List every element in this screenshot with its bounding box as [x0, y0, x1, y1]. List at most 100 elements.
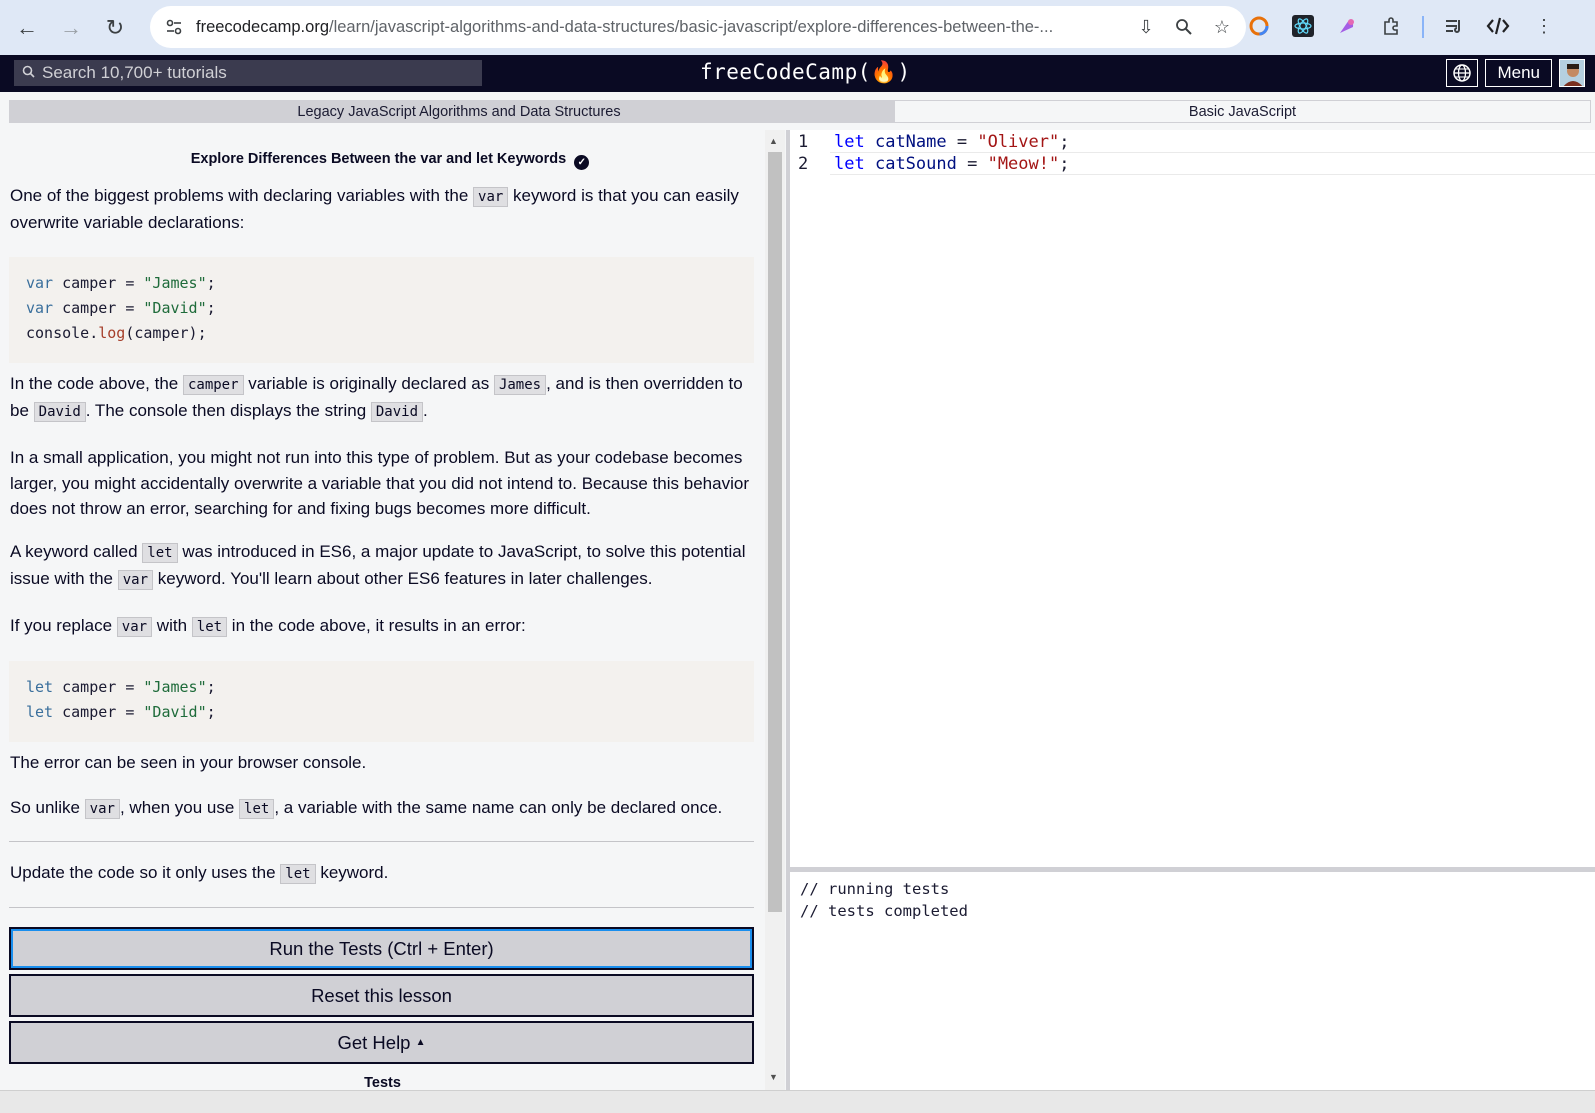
horizontal-scrollbar[interactable] — [0, 1090, 1595, 1113]
browser-toolbar: ← → ↻ freecodecamp.org/learn/javascript-… — [0, 0, 1595, 55]
inline-code: var — [84, 799, 120, 819]
code-operator: = — [956, 154, 988, 174]
instructions-pane: Explore Differences Between the var and … — [0, 130, 770, 1113]
code-keyword: let — [834, 154, 865, 174]
p7-text: , when you use — [119, 798, 240, 817]
code-keyword: let — [834, 132, 865, 152]
line-code[interactable]: let catName = "Oliver"; — [834, 131, 1069, 153]
get-help-button[interactable]: Get Help ▲ — [9, 1021, 754, 1064]
p2-text: . The console then displays the string — [85, 401, 371, 420]
install-app-icon[interactable]: ⇩ — [1130, 11, 1162, 43]
address-bar[interactable]: freecodecamp.org/learn/javascript-algori… — [150, 6, 1246, 48]
editor-line[interactable]: 1 let catName = "Oliver"; — [790, 131, 1595, 153]
browser-menu-icon[interactable]: ⋮ — [1528, 10, 1560, 42]
color-picker-extension-icon[interactable] — [1331, 10, 1363, 42]
instructions: Update the code so it only uses the let … — [10, 860, 760, 887]
code-string: "Meow!" — [987, 154, 1060, 174]
menu-button[interactable]: Menu — [1485, 59, 1552, 87]
line-number: 1 — [798, 132, 809, 152]
instructions-text: keyword. — [315, 863, 389, 882]
code-text: camper = — [53, 703, 144, 721]
inline-code: let — [280, 864, 316, 884]
reset-lesson-button[interactable]: Reset this lesson — [9, 974, 754, 1017]
extensions-puzzle-icon[interactable] — [1375, 10, 1407, 42]
language-globe-icon[interactable] — [1446, 59, 1479, 87]
p2-text: variable is originally declared as — [243, 374, 494, 393]
extension-color-icon[interactable] — [1243, 10, 1275, 42]
p5-text: If you replace — [10, 616, 117, 635]
code-example-1: var camper = "James"; var camper = "Davi… — [9, 257, 754, 363]
inline-code: James — [493, 375, 547, 395]
back-icon[interactable]: ← — [10, 11, 44, 45]
code-text: ; — [206, 299, 216, 317]
instructions-scrollbar[interactable]: ▲ ▼ — [765, 130, 785, 1090]
code-function: log — [98, 324, 126, 342]
react-devtools-icon[interactable] — [1287, 10, 1319, 42]
code-line: let camper = "James"; — [26, 675, 737, 700]
code-string: "James" — [143, 274, 207, 292]
avatar[interactable] — [1559, 59, 1585, 87]
paragraph-2: In the code above, the camper variable i… — [10, 371, 760, 425]
p7-text: , a variable with the same name can only… — [274, 798, 723, 817]
code-string: "Oliver" — [977, 132, 1060, 152]
inline-code: var — [473, 187, 509, 207]
inline-code: David — [33, 402, 86, 422]
completed-check-icon: ✓ — [574, 155, 590, 170]
p5-text: with — [152, 616, 192, 635]
code-text: camper = — [53, 274, 144, 292]
fcc-navbar: Search 10,700+ tutorials freeCodeCamp(🔥)… — [0, 55, 1595, 92]
url-text[interactable]: freecodecamp.org/learn/javascript-algori… — [196, 18, 1126, 37]
editor-line[interactable]: 2 let catSound = "Meow!"; — [790, 153, 1595, 175]
url-path: /learn/javascript-algorithms-and-data-st… — [329, 17, 1054, 36]
code-line: var camper = "James"; — [26, 271, 737, 296]
code-text: ; — [206, 678, 216, 696]
reload-icon[interactable]: ↻ — [98, 11, 132, 45]
code-text: console. — [26, 324, 99, 342]
code-text: camper = — [53, 678, 144, 696]
divider — [9, 907, 754, 908]
paragraph-7: So unlike var, when you use let, a varia… — [10, 795, 760, 822]
paragraph-1: One of the biggest problems with declari… — [10, 183, 760, 236]
site-settings-icon[interactable] — [156, 9, 192, 45]
search-icon — [14, 65, 42, 82]
instructions-text: Update the code so it only uses the — [10, 863, 281, 882]
search-input[interactable]: Search 10,700+ tutorials — [14, 60, 482, 86]
zoom-icon[interactable] — [1168, 11, 1200, 43]
forward-icon[interactable]: → — [54, 11, 88, 45]
challenge-title: Explore Differences Between the var and … — [0, 151, 770, 170]
breadcrumb-superblock[interactable]: Legacy JavaScript Algorithms and Data St… — [9, 100, 909, 123]
inline-code: let — [191, 617, 228, 637]
code-line: console.log(camper); — [26, 321, 737, 346]
inline-code: camper — [182, 375, 244, 395]
code-keyword: var — [26, 299, 54, 317]
p1-text-a: One of the biggest problems with declari… — [10, 186, 474, 205]
get-help-label: Get Help — [337, 1031, 411, 1053]
code-line: var camper = "David"; — [26, 296, 737, 321]
code-editor[interactable]: 1 let catName = "Oliver"; 2 let catSound… — [790, 130, 1595, 867]
run-tests-button[interactable]: Run the Tests (Ctrl + Enter) — [9, 927, 754, 970]
scroll-down-arrow-icon[interactable]: ▼ — [769, 1072, 778, 1082]
code-text: ; — [1059, 132, 1070, 152]
divider — [9, 841, 754, 842]
toolbar-divider — [1422, 16, 1424, 38]
paragraph-6: The error can be seen in your browser co… — [10, 753, 367, 772]
breadcrumb-block[interactable]: Basic JavaScript — [895, 100, 1591, 123]
scroll-up-arrow-icon[interactable]: ▲ — [769, 136, 778, 146]
scrollbar-thumb[interactable] — [768, 152, 782, 912]
inline-code: let — [239, 799, 275, 819]
bookmark-star-icon[interactable]: ☆ — [1206, 11, 1238, 43]
devtools-code-icon[interactable] — [1482, 10, 1514, 42]
code-text: camper = — [53, 299, 144, 317]
reading-list-icon[interactable] — [1438, 10, 1470, 42]
search-placeholder: Search 10,700+ tutorials — [42, 63, 227, 82]
line-code[interactable]: let catSound = "Meow!"; — [834, 153, 1069, 175]
p4-text: A keyword called — [10, 542, 143, 561]
console-line: // tests completed — [800, 902, 968, 920]
code-operator: = — [946, 132, 978, 152]
fcc-logo[interactable]: freeCodeCamp(🔥) — [700, 60, 911, 85]
code-text: ; — [1059, 154, 1070, 174]
code-string: "David" — [143, 703, 207, 721]
line-number: 2 — [798, 154, 809, 174]
code-example-2: let camper = "James"; let camper = "Davi… — [9, 661, 754, 742]
code-line: let camper = "David"; — [26, 700, 737, 725]
